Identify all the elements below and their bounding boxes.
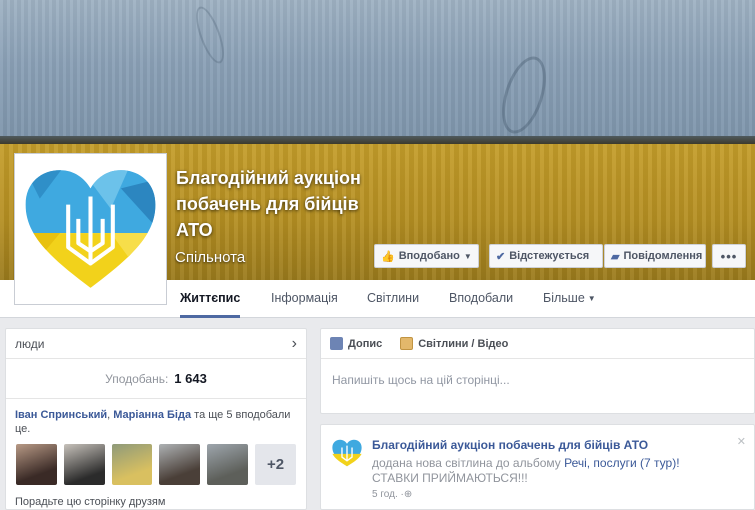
tab-more-label: Більше	[543, 291, 585, 305]
profile-picture[interactable]	[14, 153, 167, 305]
composer-tab-photo-label: Світлини / Відео	[418, 337, 509, 350]
avatar[interactable]	[159, 444, 201, 485]
avatar[interactable]	[63, 444, 105, 485]
tab-more[interactable]: Більше ▼	[543, 280, 596, 318]
likes-count-row: Уподобань: 1 643	[6, 359, 306, 399]
composer-tab-photo[interactable]: Світлини / Відео	[400, 337, 508, 350]
photo-icon	[400, 337, 414, 350]
friend-link-1[interactable]: Іван Спринський	[15, 409, 107, 421]
tab-photos[interactable]: Світлини	[367, 280, 419, 318]
post-meta: 5 год. ·⊕	[372, 489, 412, 500]
page-title: Благодійний аукціон побачень для бійців …	[176, 168, 361, 240]
people-header-label: люди	[15, 336, 45, 351]
people-card: люди › Уподобань: 1 643 Іван Спринський,…	[5, 328, 307, 510]
tab-likes[interactable]: Вподобали	[449, 280, 513, 318]
composer-tabs: Допис Світлини / Відео	[321, 329, 754, 359]
composer-input[interactable]: Напишіть щось на цій сторінці...	[321, 359, 754, 401]
page-category[interactable]: Спільнота	[175, 249, 245, 266]
liked-label: Вподобано	[398, 250, 460, 262]
post-text-prefix: додана нова світлина до альбому	[372, 456, 565, 470]
post-text: додана нова світлина до альбому Речі, по…	[372, 456, 712, 486]
avatar[interactable]	[111, 444, 153, 485]
follow-label: Відстежується	[509, 250, 590, 262]
invite-friends-link[interactable]: Порадьте цю сторінку друзям	[6, 485, 306, 508]
message-icon: ▰	[611, 250, 620, 263]
composer-tab-status[interactable]: Допис	[330, 337, 382, 350]
thumbs-up-icon: 👍	[381, 250, 395, 263]
chevron-right-icon: ›	[291, 334, 297, 352]
post-composer: Допис Світлини / Відео Напишіть щось на …	[320, 328, 755, 414]
post-author[interactable]: Благодійний аукціон побачень для бійців …	[372, 438, 648, 452]
album-link[interactable]: Речі, послуги (7 тур)!	[564, 456, 679, 470]
composer-tab-status-label: Допис	[348, 337, 383, 350]
post-text-suffix: СТАВКИ ПРИЙМАЮТЬСЯ!!!	[372, 471, 528, 485]
friends-liked-text: Іван Спринський, Маріанна Біда та ще 5 в…	[6, 399, 306, 436]
message-button[interactable]: ▰ Повідомлення	[604, 244, 706, 268]
likes-count: 1 643	[174, 371, 207, 386]
avatar[interactable]	[16, 444, 57, 485]
check-icon: ✔	[496, 250, 506, 263]
avatar[interactable]	[207, 444, 249, 485]
follow-button[interactable]: ✔ Відстежується	[489, 244, 603, 268]
likes-label: Уподобань:	[105, 371, 169, 386]
tab-about[interactable]: Інформація	[271, 280, 338, 318]
people-header[interactable]: люди ›	[6, 329, 306, 359]
message-label: Повідомлення	[623, 250, 703, 262]
globe-icon: ·⊕	[400, 489, 413, 500]
liked-button[interactable]: 👍 Вподобано ▼	[374, 244, 479, 268]
friend-link-2[interactable]: Маріанна Біда	[113, 409, 191, 421]
more-friends-button[interactable]: +2	[255, 444, 296, 485]
heart-trident-icon	[25, 170, 156, 288]
caret-down-icon: ▼	[463, 251, 472, 261]
feed-post: Благодійний аукціон побачень для бійців …	[320, 424, 755, 510]
pencil-icon	[330, 337, 343, 350]
friend-avatars: +2	[6, 436, 306, 485]
page-avatar-icon[interactable]	[331, 437, 363, 469]
post-time[interactable]: 5 год.	[372, 489, 398, 500]
tab-timeline[interactable]: Життєпис	[180, 280, 241, 318]
more-options-button[interactable]: •••	[712, 244, 746, 268]
caret-down-icon: ▼	[587, 293, 596, 303]
close-icon[interactable]: ✕	[737, 435, 746, 448]
